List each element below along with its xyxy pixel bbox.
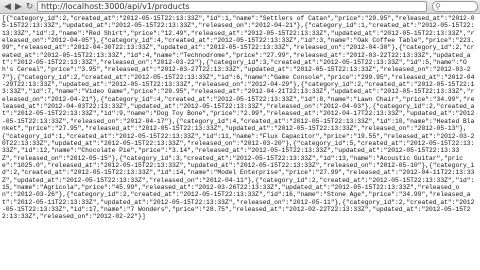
page-content: [{"category_id":2,"created_at":"2012-05-… <box>0 14 480 270</box>
json-response-text: [{"category_id":2,"created_at":"2012-05-… <box>2 15 475 221</box>
reload-icon[interactable]: ↻ <box>24 2 35 12</box>
address-bar-url[interactable]: http://localhost:3000/api/v1/products <box>41 2 190 12</box>
back-arrow-icon[interactable]: ◀ <box>2 2 13 12</box>
browser-window: ◀ ▶ ↻ http://localhost:3000/api/v1/produ… <box>0 0 480 270</box>
address-bar[interactable]: http://localhost:3000/api/v1/products <box>37 1 427 12</box>
forward-arrow-icon[interactable]: ▶ <box>13 2 24 12</box>
search-field[interactable]: ⚲ <box>432 1 478 12</box>
search-icon: ⚲ <box>435 2 441 11</box>
browser-toolbar: ◀ ▶ ↻ http://localhost:3000/api/v1/produ… <box>0 0 480 14</box>
